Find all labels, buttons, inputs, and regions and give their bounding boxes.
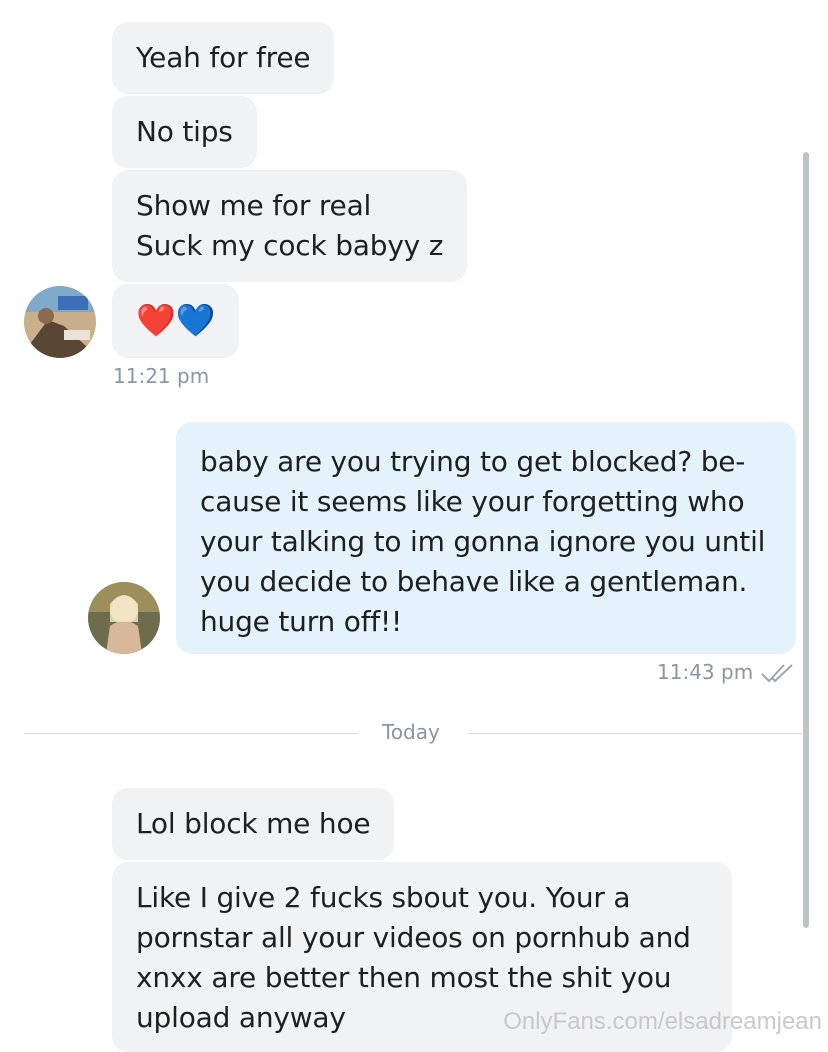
incoming-message[interactable]: Lol block me hoe — [112, 788, 395, 860]
avatar-photo-icon — [24, 286, 96, 358]
my-avatar[interactable] — [88, 582, 160, 654]
incoming-message[interactable]: No tips — [112, 96, 257, 168]
avatar-photo-icon — [88, 582, 160, 654]
scrollbar[interactable] — [803, 152, 809, 928]
outgoing-message[interactable]: baby are you trying to get blocked? be- … — [176, 422, 796, 654]
date-divider-label: Today — [382, 720, 440, 744]
sender-avatar[interactable] — [24, 286, 96, 358]
date-divider-line — [24, 733, 358, 734]
incoming-message[interactable]: Yeah for free — [112, 22, 335, 94]
watermark: OnlyFans.com/elsadreamjean — [503, 1008, 822, 1035]
double-check-icon — [760, 662, 796, 688]
incoming-message[interactable]: Show me for real Suck my cock babyy z — [112, 170, 468, 282]
message-timestamp: 11:43 pm — [657, 660, 754, 684]
date-divider-line — [468, 733, 802, 734]
incoming-message[interactable]: ❤️💙 — [112, 284, 240, 358]
message-timestamp: 11:21 pm — [113, 364, 210, 388]
